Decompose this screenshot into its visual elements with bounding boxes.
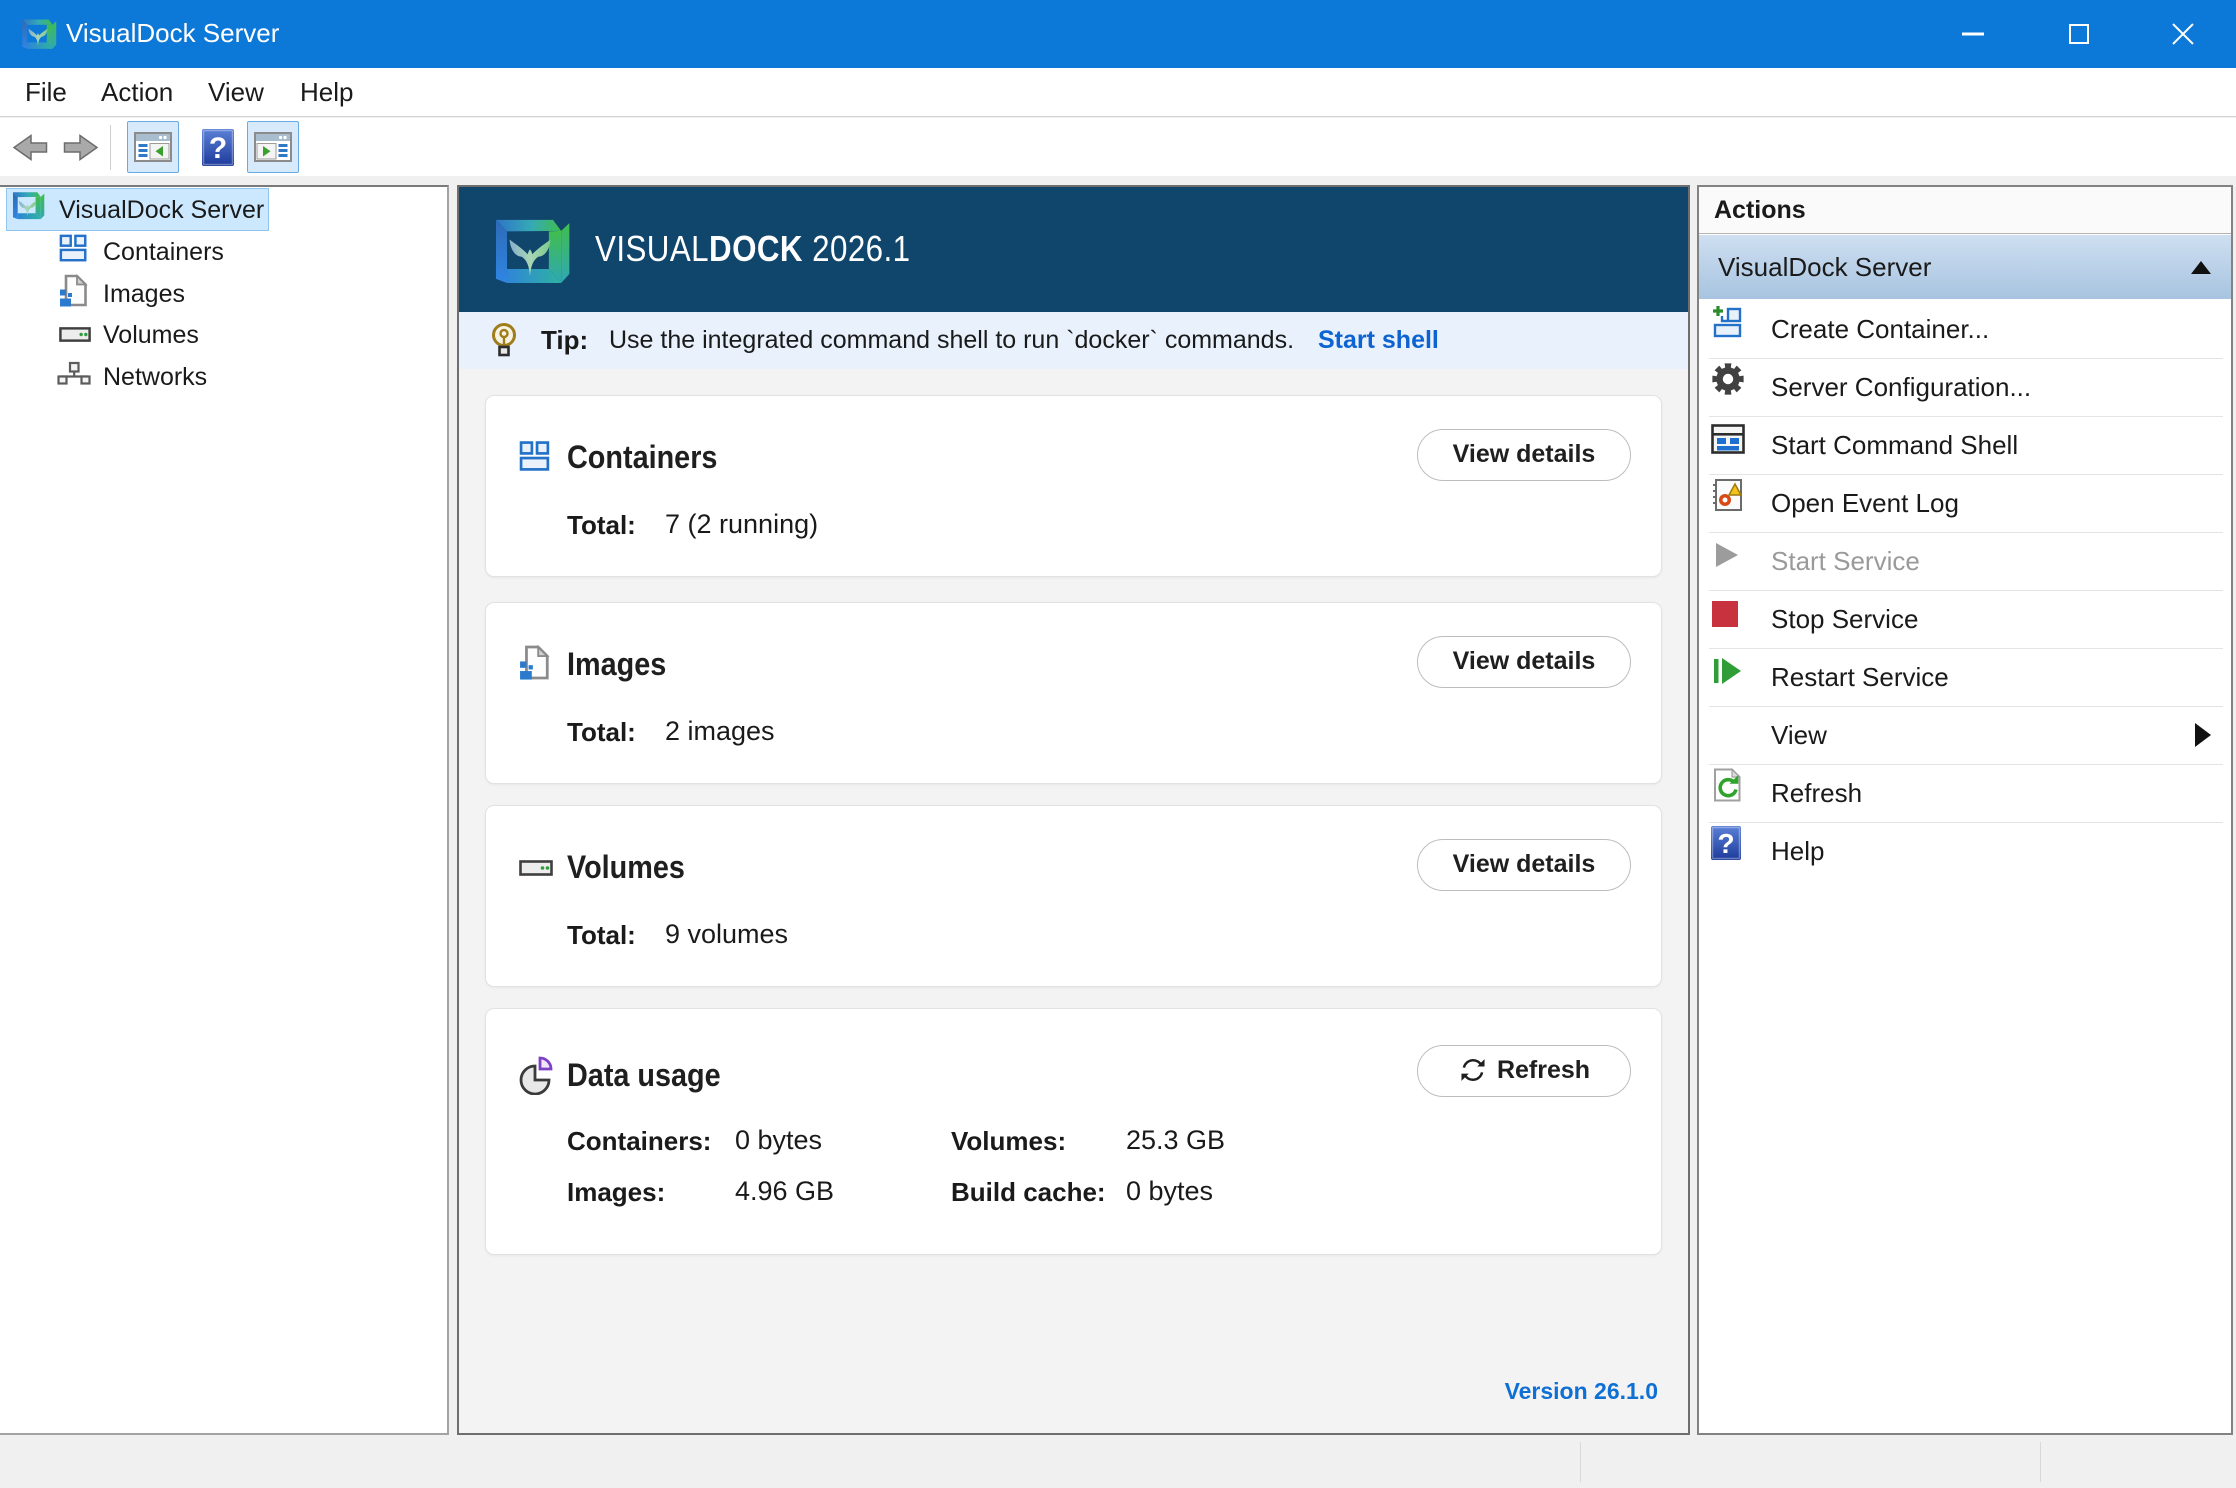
svg-text:?: ? (1717, 828, 1734, 859)
svg-text:?: ? (209, 132, 227, 165)
